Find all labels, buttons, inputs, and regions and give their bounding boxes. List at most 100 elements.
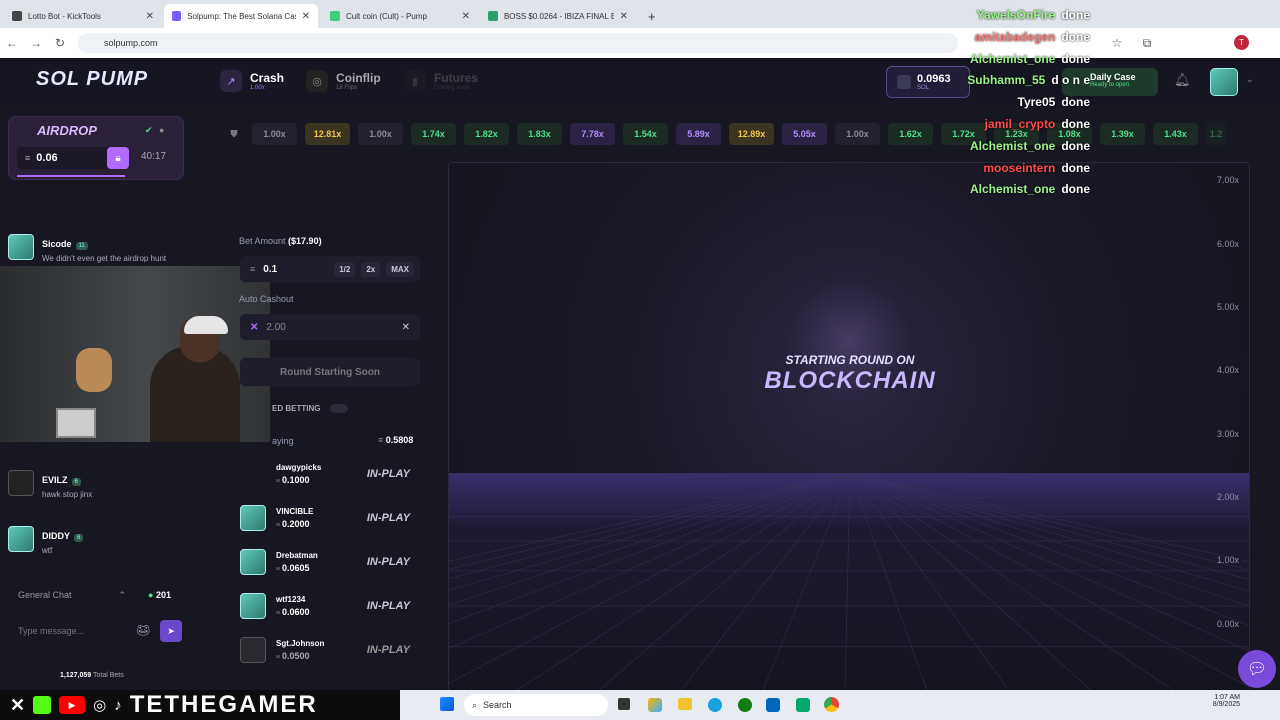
close-tab-icon[interactable]: ✕ — [146, 11, 154, 22]
overlay-chat-msg: done — [1061, 8, 1090, 22]
taskbar-clock[interactable]: 1:07 AM 8/9/2025 — [1204, 694, 1240, 708]
send-button[interactable]: ➤ — [160, 620, 182, 642]
history-multiplier[interactable]: 5.89x — [676, 123, 721, 145]
player-name[interactable]: VINCIBLE — [276, 507, 313, 516]
url-field[interactable]: solpump.com — [78, 33, 958, 53]
avatar[interactable] — [8, 470, 34, 496]
history-multiplier[interactable]: 1.82x — [464, 123, 509, 145]
avatar[interactable] — [8, 526, 34, 552]
emoji-icon[interactable]: 🐸︎ — [136, 624, 150, 637]
browser-tab[interactable]: Lotto Bot - KickTools ✕ — [4, 4, 162, 28]
user-avatar[interactable] — [1210, 68, 1238, 96]
avatar[interactable] — [240, 593, 266, 619]
player-name[interactable]: dawgypicks — [276, 463, 321, 472]
app-icon[interactable] — [796, 698, 810, 712]
player-name[interactable]: Sgt.Johnson — [276, 639, 324, 648]
search-icon: ⌕ — [472, 699, 478, 710]
history-multiplier[interactable]: 1.00x — [835, 123, 880, 145]
auto-cashout-input[interactable]: ✕ 2.00 ✕ — [240, 314, 420, 340]
tab-title: BOSS $0.0264 - IBIZA FINAL BO — [503, 11, 614, 21]
store-icon[interactable] — [766, 698, 780, 712]
history-multiplier[interactable]: 1.83x — [517, 123, 562, 145]
avatar[interactable] — [240, 549, 266, 575]
chrome-icon[interactable] — [824, 697, 839, 712]
windows-start-icon[interactable] — [440, 697, 454, 711]
taskbar-search[interactable]: ⌕ Search — [464, 694, 608, 716]
place-bet-button[interactable]: Round Starting Soon — [240, 358, 420, 386]
chevron-down-icon[interactable]: ⌄ — [1246, 74, 1254, 85]
player-status: IN-PLAY — [366, 468, 410, 480]
browser-tab[interactable]: BOSS $0.0264 - IBIZA FINAL BO ✕ — [480, 4, 636, 28]
file-explorer-icon[interactable] — [678, 698, 692, 710]
chat-username[interactable]: EVILZ — [42, 475, 68, 485]
support-chat-button[interactable]: 💬︎ — [1238, 650, 1276, 688]
coinflip-label: Coinflip — [336, 71, 381, 85]
back-icon[interactable]: ← — [0, 36, 24, 50]
copilot-icon[interactable] — [648, 698, 662, 712]
bell-icon[interactable]: 🔔︎ — [1174, 72, 1191, 88]
history-multiplier[interactable]: 12.89x — [729, 123, 774, 145]
history-multiplier[interactable]: 7.78x — [570, 123, 615, 145]
airdrop-card[interactable]: AIRDROP ✔ ● ≡ 0.06 🔒︎ 40:17 — [8, 116, 184, 180]
browser-tab[interactable]: Cult coin (Cult) - Pump ✕ — [322, 4, 478, 28]
futures-game-button[interactable]: ▮ Futures Coming soon — [404, 70, 478, 92]
overlay-chat-user: mooseintern — [983, 160, 1056, 175]
history-multiplier[interactable]: 1.74x — [411, 123, 456, 145]
chat-username[interactable]: Sicode — [42, 239, 72, 249]
half-bet-button[interactable]: 1/2 — [334, 261, 356, 277]
close-tab-icon[interactable]: ✕ — [302, 11, 310, 22]
overlay-chat-line: amitabadegen done — [975, 30, 1090, 44]
crash-game-button[interactable]: ↗ Crash 1.00x — [220, 70, 284, 92]
x-logo-icon: ✕ — [10, 694, 26, 715]
avatar[interactable] — [240, 637, 266, 663]
extensions-icon[interactable]: ⧉ — [1135, 36, 1159, 51]
reload-icon[interactable]: ↻ — [48, 36, 72, 50]
player-name[interactable]: wtf1234 — [276, 595, 310, 604]
history-multiplier[interactable]: 1.00x — [358, 123, 403, 145]
browser-tab-active[interactable]: Solpump: The Best Solana Casi ✕ — [164, 4, 318, 28]
info-icon[interactable]: ● — [159, 125, 164, 135]
windows-taskbar: ✕ ▶ ◎ ♪ TETHEGAMER ⌕ Search 1:07 AM 8/9/… — [0, 690, 1280, 720]
coinflip-game-button[interactable]: ◎ Coinflip 18 Flips — [306, 70, 381, 92]
avatar[interactable] — [240, 505, 266, 531]
level-badge: 6 — [74, 534, 84, 542]
bars-icon: ▮ — [404, 70, 426, 92]
chat-channel-select[interactable]: General Chat ⌃ — [8, 582, 132, 608]
new-tab-button[interactable]: + — [640, 4, 660, 28]
bet-amount-label: Bet Amount ($17.90) — [239, 236, 322, 246]
close-tab-icon[interactable]: ✕ — [462, 11, 470, 22]
forward-icon[interactable]: → — [24, 36, 48, 50]
clear-icon[interactable]: ✕ — [402, 322, 410, 333]
x-multiplier-icon: ✕ — [250, 321, 259, 333]
xbox-icon[interactable] — [738, 698, 752, 712]
close-tab-icon[interactable]: ✕ — [620, 11, 628, 22]
multiplier-axis-label: 0.00x — [1216, 619, 1239, 629]
lock-icon[interactable]: 🔒︎ — [107, 147, 129, 169]
history-multiplier[interactable]: 1.00x — [252, 123, 297, 145]
shield-icon[interactable]: ⛊ — [224, 129, 244, 140]
coinflip-sub: 18 Flips — [336, 85, 358, 91]
profile-avatar[interactable]: T — [1234, 35, 1249, 50]
player-name[interactable]: Drebatman — [276, 551, 318, 560]
avatar[interactable] — [8, 234, 34, 260]
max-bet-button[interactable]: MAX — [386, 261, 414, 277]
grid-floor — [449, 472, 1249, 691]
history-multiplier[interactable]: 1.54x — [623, 123, 668, 145]
history-multiplier[interactable]: 1.43x — [1153, 123, 1198, 145]
wallet-balance[interactable]: 0.0963 SOL — [886, 66, 970, 98]
solpump-logo[interactable]: SOL PUMP — [36, 68, 148, 91]
online-count-value: 201 — [155, 590, 171, 600]
bet-amount-input[interactable]: ≡ 0.1 1/2 2x MAX — [240, 256, 420, 282]
double-bet-button[interactable]: 2x — [361, 261, 381, 277]
advanced-betting-toggle[interactable] — [330, 404, 348, 413]
history-multiplier[interactable]: 1.62x — [888, 123, 933, 145]
chat-username[interactable]: DIDDY — [42, 531, 70, 541]
player-row: VINCIBLE ≡ 0.2000 IN-PLAY — [240, 500, 420, 536]
history-multiplier[interactable]: 1.2 — [1206, 123, 1226, 145]
edge-icon[interactable] — [708, 698, 722, 712]
history-multiplier[interactable]: 12.81x — [305, 123, 350, 145]
history-multiplier[interactable]: 5.05x — [782, 123, 827, 145]
task-view-icon[interactable] — [618, 698, 630, 710]
tab-title: Lotto Bot - KickTools — [28, 11, 101, 21]
crash-label: Crash — [250, 71, 285, 85]
